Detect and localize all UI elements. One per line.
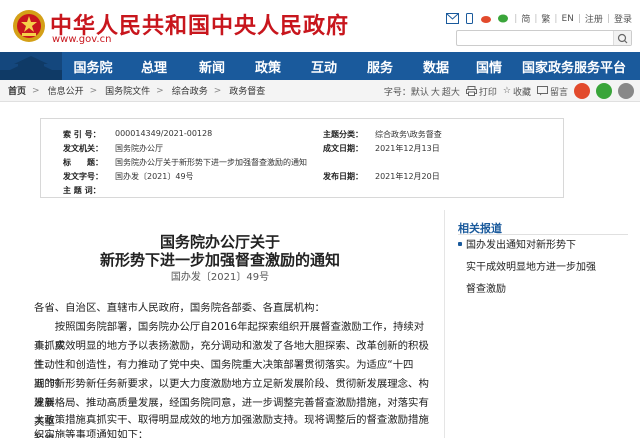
category-value: 综合政务\政务督查: [375, 130, 442, 139]
nav-guoqing[interactable]: 国情: [464, 57, 514, 76]
print-button[interactable]: 打印: [465, 85, 497, 98]
page-tools: 字号：默认 大 超大 打印 ☆ 收藏 留言: [384, 83, 634, 99]
main-nav: 国务院 总理 新闻 政策 互动 服务 数据 国情 国家政务服务平台: [0, 52, 640, 80]
nav-zongli[interactable]: 总理: [124, 57, 184, 76]
more-share-icon[interactable]: [618, 83, 634, 99]
article-salutation: 各省、自治区、直辖市人民政府，国务院各部委、各直属机构：: [34, 302, 325, 314]
printer-icon: [465, 86, 477, 96]
nav-guowuyuan[interactable]: 国务院: [62, 57, 124, 76]
mail-icon[interactable]: [446, 13, 460, 24]
docno-label: 发文字号：: [63, 172, 103, 181]
register-link[interactable]: 注册: [585, 12, 603, 25]
site-url: www.gov.cn: [52, 34, 112, 45]
title-value: 国务院办公厅关于新形势下进一步加强督查激励的通知: [115, 158, 307, 167]
article-line: 织实施等事项通知如下：: [34, 429, 149, 438]
search-icon: [617, 33, 628, 44]
created-label: 成文日期：: [323, 144, 363, 153]
breadcrumb-xinxi-gongkai[interactable]: 信息公开: [48, 84, 84, 97]
published-value: 2021年12月20日: [375, 172, 440, 181]
search-button[interactable]: [613, 31, 631, 45]
nav-zhengwu-fuwu-pingtai[interactable]: 国家政务服务平台: [514, 57, 634, 76]
print-label: 打印: [478, 87, 497, 98]
wechat-icon[interactable]: [497, 13, 510, 24]
breadcrumb-sep: >: [213, 85, 222, 96]
font-size-large[interactable]: 大: [431, 85, 440, 98]
docno-value: 国办发〔2021〕49号: [115, 172, 194, 181]
info-row: 索 引 号： 000014349/2021-00128 主题分类： 综合政务\政…: [41, 129, 563, 141]
document-info-table: 索 引 号： 000014349/2021-00128 主题分类： 综合政务\政…: [40, 118, 564, 198]
created-value: 2021年12月13日: [375, 144, 440, 153]
bullet-icon: [458, 242, 462, 246]
top-links: | 简 | 繁 | EN | 注册 | 登录: [446, 12, 632, 25]
related-link[interactable]: 实干成效明显地方进一步加强: [466, 258, 616, 278]
wechat-share-icon[interactable]: [596, 83, 612, 99]
lang-simplified[interactable]: 简: [521, 12, 530, 25]
font-size-default[interactable]: 字号：默认: [384, 85, 429, 98]
tiananmen-skyline-icon: [0, 52, 62, 80]
breadcrumb-zhengwu-ducha[interactable]: 政务督查: [229, 84, 265, 97]
weibo-share-icon[interactable]: [574, 83, 590, 99]
breadcrumb-guowuyuan-wenjian[interactable]: 国务院文件: [105, 84, 150, 97]
nav-xinwen[interactable]: 新闻: [184, 57, 240, 76]
lang-traditional[interactable]: 繁: [541, 12, 550, 25]
issuer-value: 国务院办公厅: [115, 144, 163, 153]
article-title-line2: 新形势下进一步加强督查激励的通知: [99, 251, 340, 269]
national-emblem-icon[interactable]: [12, 8, 46, 44]
breadcrumb-zonghe-zhengwu[interactable]: 综合政务: [172, 84, 208, 97]
breadcrumb-sep: >: [32, 85, 40, 96]
star-icon: ☆: [502, 86, 511, 96]
breadcrumb: 首页 > 信息公开 > 国务院文件 > 综合政务 > 政务督查 字号：默认 大 …: [0, 80, 640, 102]
index-label: 索 引 号：: [63, 130, 101, 139]
font-size-xlarge[interactable]: 超大: [442, 85, 460, 98]
category-label: 主题分类：: [323, 130, 363, 139]
related-divider: [458, 234, 628, 235]
nav-zhengce[interactable]: 政策: [240, 57, 296, 76]
breadcrumb-sep: >: [156, 85, 164, 96]
info-row: 主 题 词：: [41, 185, 563, 197]
page: 中华人民共和国中央人民政府 www.gov.cn | 简 | 繁 | EN | …: [0, 0, 640, 438]
comment-button[interactable]: 留言: [536, 85, 568, 98]
related-link[interactable]: 国办发出通知对新形势下: [466, 236, 616, 256]
favorite-label: 收藏: [512, 87, 531, 98]
keywords-label: 主 题 词：: [63, 186, 101, 195]
published-label: 发布日期：: [323, 172, 363, 181]
site-header: 中华人民共和国中央人民政府 www.gov.cn | 简 | 繁 | EN | …: [0, 0, 640, 52]
comment-label: 留言: [549, 87, 568, 98]
mobile-icon[interactable]: [463, 13, 476, 24]
info-row: 发文机关： 国务院办公厅 成文日期： 2021年12月13日: [41, 143, 563, 155]
index-value: 000014349/2021-00128: [115, 129, 213, 138]
column-divider: [444, 210, 445, 438]
nav-hudong[interactable]: 互动: [296, 57, 352, 76]
nav-fuwu[interactable]: 服务: [352, 57, 408, 76]
font-size-control[interactable]: 字号：默认 大 超大: [384, 85, 460, 98]
login-link[interactable]: 登录: [614, 12, 632, 25]
breadcrumb-home[interactable]: 首页: [8, 84, 26, 97]
article-docno: 国办发〔2021〕49号: [170, 272, 270, 283]
breadcrumb-sep: >: [89, 85, 98, 96]
related-link[interactable]: 督查激励: [466, 280, 616, 300]
search-input[interactable]: [456, 30, 632, 46]
title-label: 标 题：: [63, 158, 103, 167]
nav-shuju[interactable]: 数据: [408, 57, 464, 76]
favorite-button[interactable]: ☆ 收藏: [503, 85, 531, 98]
lang-english[interactable]: EN: [561, 14, 573, 24]
info-row: 标 题： 国务院办公厅关于新形势下进一步加强督查激励的通知: [41, 157, 563, 169]
comment-icon: [536, 86, 548, 96]
info-row: 发文字号： 国办发〔2021〕49号 发布日期： 2021年12月20日: [41, 171, 563, 183]
issuer-label: 发文机关：: [63, 144, 103, 153]
weibo-icon[interactable]: [480, 13, 493, 24]
